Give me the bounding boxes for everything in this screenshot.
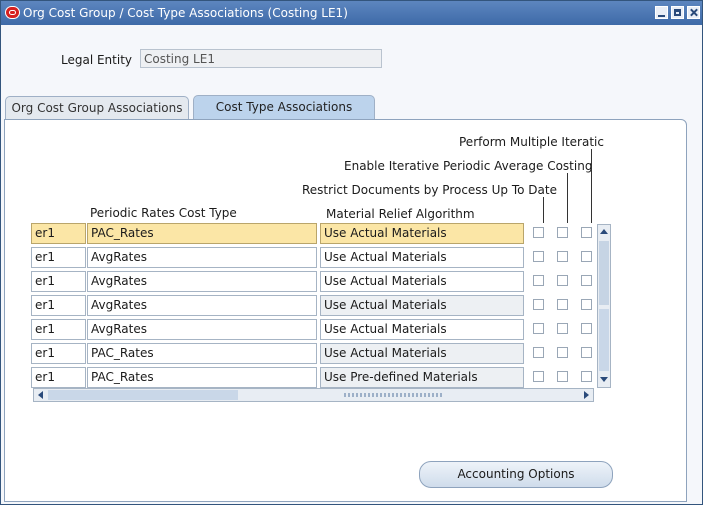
window-title: Org Cost Group / Cost Type Associations … [23, 6, 348, 20]
legal-entity-field[interactable]: Costing LE1 [140, 49, 382, 68]
tab-cost-type-associations[interactable]: Cost Type Associations [193, 95, 375, 120]
algorithm-cell[interactable]: Use Actual Materials [320, 343, 524, 364]
restrict-documents-checkbox[interactable] [533, 347, 544, 358]
org-cost-group-cell[interactable]: er1 [31, 247, 86, 268]
scroll-right-icon[interactable] [584, 391, 589, 399]
org-cost-group-cell[interactable]: er1 [31, 271, 86, 292]
restrict-documents-checkbox[interactable] [533, 275, 544, 286]
enable-iterative-checkbox[interactable] [557, 299, 568, 310]
algorithm-cell[interactable]: Use Actual Materials [320, 319, 524, 340]
org-cost-group-cell[interactable]: er1 [31, 319, 86, 340]
enable-iterative-checkbox[interactable] [557, 347, 568, 358]
header-perform-multiple: Perform Multiple Iteratic [459, 135, 604, 149]
scroll-down-icon[interactable] [600, 377, 608, 382]
header-leader-line [567, 173, 568, 223]
header-restrict-documents: Restrict Documents by Process Up To Date [302, 183, 557, 197]
perform-multiple-checkbox[interactable] [581, 227, 592, 238]
perform-multiple-checkbox[interactable] [581, 371, 592, 382]
algorithm-cell[interactable]: Use Actual Materials [320, 247, 524, 268]
legal-entity-label: Legal Entity [61, 53, 133, 67]
perform-multiple-checkbox[interactable] [581, 323, 592, 334]
cost-type-cell[interactable]: PAC_Rates [87, 223, 317, 244]
enable-iterative-checkbox[interactable] [557, 371, 568, 382]
perform-multiple-checkbox[interactable] [581, 275, 592, 286]
restrict-documents-checkbox[interactable] [533, 323, 544, 334]
scroll-grip-icon [344, 393, 444, 397]
cost-type-cell[interactable]: PAC_Rates [87, 343, 317, 364]
vertical-scroll-thumb[interactable] [599, 241, 609, 305]
horizontal-scrollbar[interactable] [33, 388, 594, 402]
horizontal-scroll-thumb[interactable] [48, 390, 238, 400]
cost-type-cell[interactable]: AvgRates [87, 319, 317, 340]
title-bar: Org Cost Group / Cost Type Associations … [1, 1, 702, 25]
scroll-left-icon[interactable] [38, 391, 43, 399]
accounting-options-button[interactable]: Accounting Options [419, 461, 613, 488]
algorithm-cell[interactable]: Use Actual Materials [320, 223, 524, 244]
tab-org-cost-group-associations[interactable]: Org Cost Group Associations [5, 96, 189, 120]
perform-multiple-checkbox[interactable] [581, 347, 592, 358]
cost-type-cell[interactable]: AvgRates [87, 271, 317, 292]
algorithm-cell[interactable]: Use Actual Materials [320, 295, 524, 316]
header-leader-line [543, 197, 544, 223]
perform-multiple-checkbox[interactable] [581, 251, 592, 262]
enable-iterative-checkbox[interactable] [557, 323, 568, 334]
vertical-scroll-track[interactable] [599, 309, 609, 371]
algorithm-cell[interactable]: Use Pre-defined Materials [320, 367, 524, 388]
org-cost-group-cell[interactable]: er1 [31, 367, 86, 388]
perform-multiple-checkbox[interactable] [581, 299, 592, 310]
cost-type-cell[interactable]: AvgRates [87, 247, 317, 268]
main-window: Org Cost Group / Cost Type Associations … [0, 0, 703, 505]
cost-type-cell[interactable]: AvgRates [87, 295, 317, 316]
header-material-relief-algorithm: Material Relief Algorithm [326, 207, 475, 221]
scroll-up-icon[interactable] [600, 229, 608, 234]
enable-iterative-checkbox[interactable] [557, 251, 568, 262]
restrict-documents-checkbox[interactable] [533, 227, 544, 238]
header-periodic-rates-cost-type: Periodic Rates Cost Type [90, 206, 237, 220]
oracle-logo-icon [5, 6, 20, 19]
org-cost-group-cell[interactable]: er1 [31, 223, 86, 244]
restrict-documents-checkbox[interactable] [533, 371, 544, 382]
header-leader-line [591, 149, 592, 223]
minimize-icon[interactable] [655, 6, 668, 19]
org-cost-group-cell[interactable]: er1 [31, 295, 86, 316]
restrict-documents-checkbox[interactable] [533, 299, 544, 310]
cost-type-cell[interactable]: PAC_Rates [87, 367, 317, 388]
org-cost-group-cell[interactable]: er1 [31, 343, 86, 364]
maximize-icon[interactable] [671, 6, 684, 19]
enable-iterative-checkbox[interactable] [557, 275, 568, 286]
enable-iterative-checkbox[interactable] [557, 227, 568, 238]
header-enable-iterative: Enable Iterative Periodic Average Costin… [344, 159, 593, 173]
algorithm-cell[interactable]: Use Actual Materials [320, 271, 524, 292]
restrict-documents-checkbox[interactable] [533, 251, 544, 262]
vertical-scrollbar[interactable] [597, 224, 611, 388]
close-icon[interactable] [687, 6, 700, 19]
